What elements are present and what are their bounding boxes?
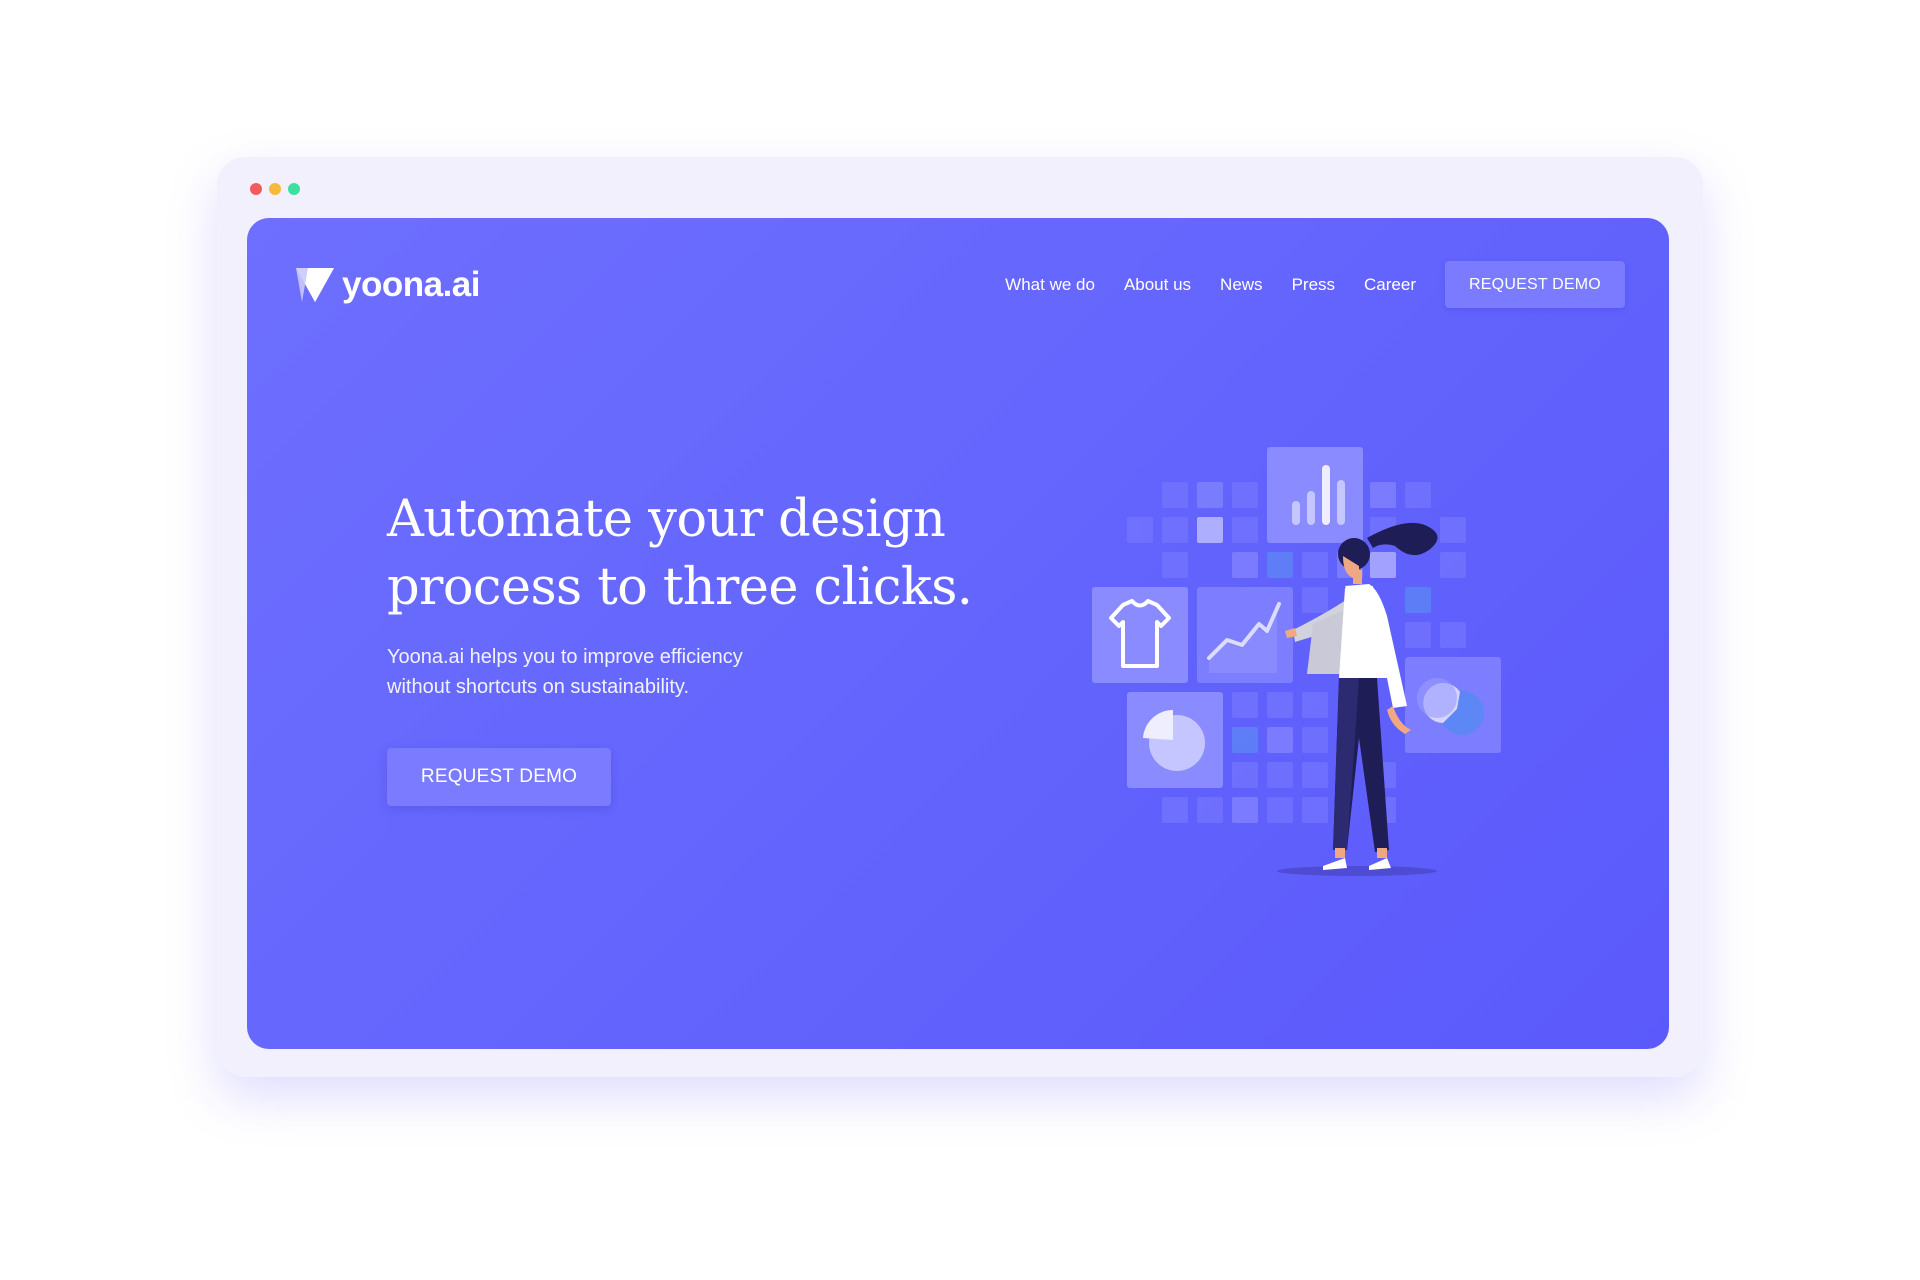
nav-career[interactable]: Career: [1364, 275, 1416, 295]
hero-request-demo-button[interactable]: REQUEST DEMO: [387, 748, 611, 806]
nav-request-demo-button[interactable]: REQUEST DEMO: [1445, 261, 1625, 308]
hero-illustration: [1092, 447, 1501, 876]
main-nav: What we do About us News Press Career RE…: [1005, 261, 1625, 308]
zoom-dot-icon[interactable]: [288, 183, 300, 195]
nav-what-we-do[interactable]: What we do: [1005, 275, 1095, 295]
hero-subtitle: Yoona.ai helps you to improve efficiency…: [387, 642, 743, 702]
brand-logo[interactable]: yoona.ai: [296, 265, 480, 305]
bar-chart-icon: [1267, 447, 1363, 543]
pie-chart-icon: [1127, 692, 1223, 788]
window-controls: [250, 183, 300, 195]
hero-title: Automate your design process to three cl…: [387, 486, 973, 622]
browser-window: yoona.ai What we do About us News Press …: [217, 157, 1703, 1077]
hero-title-line-2: process to three clicks.: [387, 558, 973, 617]
triangle-logo-icon: [296, 268, 334, 302]
stage: yoona.ai What we do About us News Press …: [0, 0, 1920, 1280]
tshirt-icon: [1092, 587, 1188, 683]
donut-chart-icon: [1405, 657, 1501, 753]
landing-page: yoona.ai What we do About us News Press …: [247, 218, 1669, 1049]
nav-news[interactable]: News: [1220, 275, 1263, 295]
hero-subtitle-line-2: without shortcuts on sustainability.: [387, 676, 690, 698]
nav-about-us[interactable]: About us: [1124, 275, 1191, 295]
hero-title-line-1: Automate your design: [387, 490, 946, 549]
brand-name: yoona.ai: [342, 265, 480, 304]
minimize-dot-icon[interactable]: [269, 183, 281, 195]
close-dot-icon[interactable]: [250, 183, 262, 195]
line-chart-icon: [1197, 587, 1293, 683]
nav-press[interactable]: Press: [1292, 275, 1335, 295]
hero-subtitle-line-1: Yoona.ai helps you to improve efficiency: [387, 646, 743, 668]
